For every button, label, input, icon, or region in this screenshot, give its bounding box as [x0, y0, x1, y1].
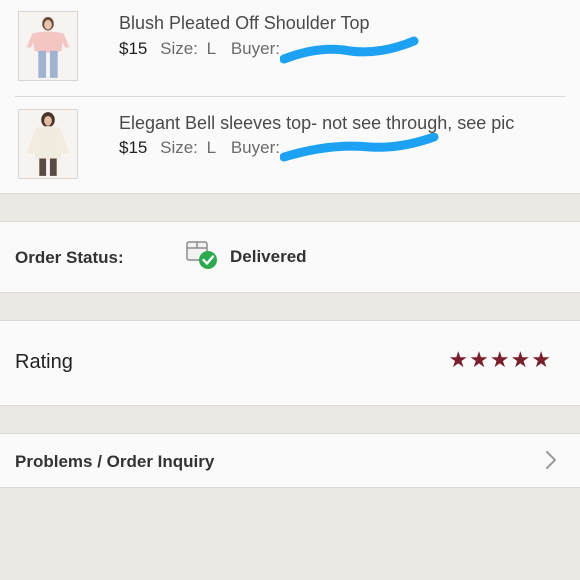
- blush-top-image: [19, 12, 77, 80]
- item-title[interactable]: Elegant Bell sleeves top- not see throug…: [119, 113, 514, 134]
- box-delivered-check-icon: [186, 241, 217, 269]
- rating-panel: Rating ★★★★★: [0, 320, 580, 406]
- item-meta: $15 Size: L Buyer:: [119, 138, 284, 158]
- item-thumbnail[interactable]: [18, 109, 78, 179]
- buyer-label: Buyer:: [230, 138, 280, 157]
- buyer-redaction-scribble: [280, 133, 439, 162]
- problems-label[interactable]: Problems / Order Inquiry: [15, 452, 214, 472]
- order-status-panel: Order Status: Delivered: [0, 221, 580, 293]
- item-divider: [15, 96, 565, 97]
- item-meta: $15 Size: L Buyer:: [119, 39, 284, 59]
- size-label: Size:: [160, 39, 198, 58]
- problems-order-inquiry-row[interactable]: Problems / Order Inquiry: [0, 433, 580, 488]
- order-status-label: Order Status:: [15, 248, 124, 267]
- item-price: $15: [119, 138, 148, 157]
- buyer-label: Buyer:: [230, 39, 280, 58]
- buyer-redaction-scribble: [280, 36, 419, 64]
- rating-stars: ★★★★★: [448, 347, 552, 372]
- order-status-value: Delivered: [230, 247, 307, 266]
- chevron-right-icon[interactable]: [544, 449, 558, 471]
- rating-label: Rating: [15, 351, 73, 373]
- size-value: L: [206, 138, 217, 157]
- item-title[interactable]: Blush Pleated Off Shoulder Top: [119, 13, 370, 34]
- bell-sleeve-top-image: [19, 110, 77, 178]
- item-price: $15: [119, 39, 148, 58]
- size-value: L: [206, 39, 217, 58]
- size-label: Size:: [160, 138, 198, 157]
- item-thumbnail[interactable]: [18, 11, 78, 81]
- order-items-panel: Blush Pleated Off Shoulder Top $15 Size:…: [0, 0, 580, 194]
